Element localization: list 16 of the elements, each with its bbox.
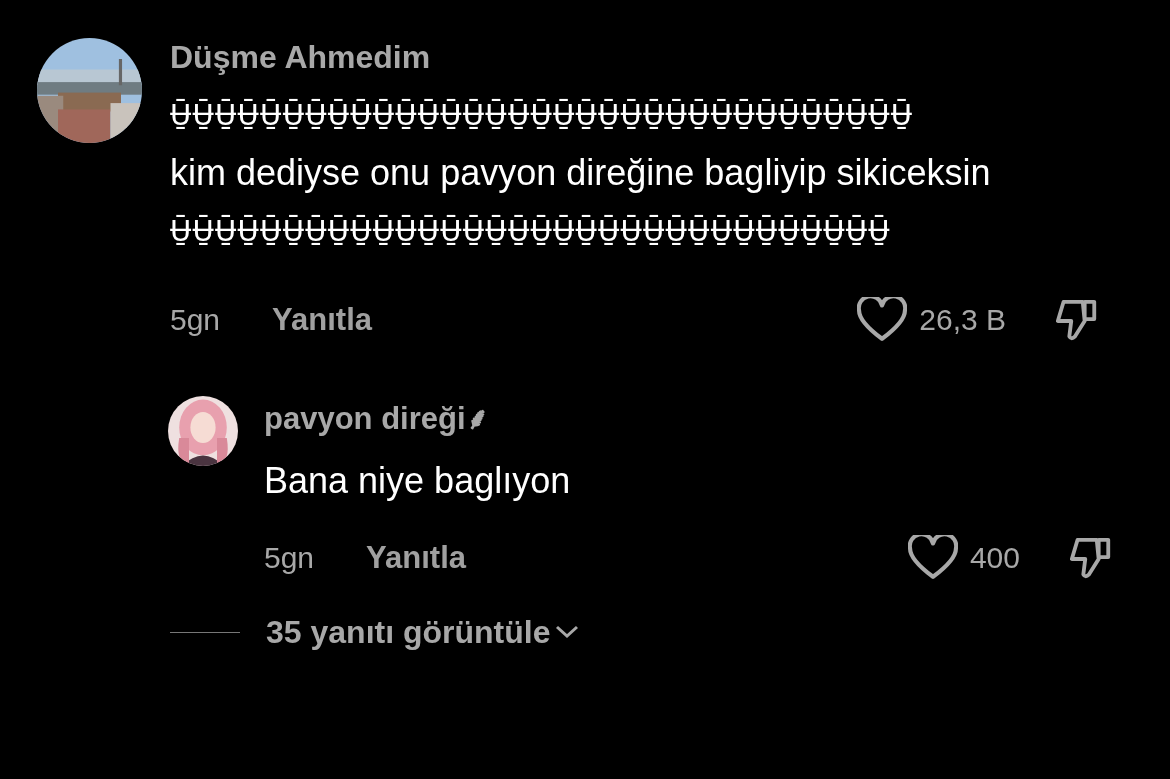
reply-button[interactable]: Yanıtla [366,539,466,576]
heart-icon[interactable] [907,534,958,581]
comment-text: Bana niye baglıyon [264,459,571,501]
username[interactable]: Düşme Ahmedim [170,38,1100,77]
reply-button[interactable]: Yanıtla [272,302,372,339]
comment-text: Ʉ̱̄Ʉ̱̄Ʉ̱̄Ʉ̱̄Ʉ̱̄Ʉ̱̄Ʉ̱̄Ʉ̱̄Ʉ̱̄Ʉ̱̄Ʉ̱̄Ʉ̱̄Ʉ̱̄Ʉ̱̄Ʉ̱̄Ʉ̱̄Ʉ̱̄Ʉ̱̄Ʉ̱̄Ʉ̱̄Ʉ̱̄Ʉ̱̄Ʉ̱̄Ʉ̱̄Ʉ̱̄Ʉ̱̄Ʉ̱̄Ʉ̱̄Ʉ̱̄Ʉ̱̄Ʉ̱̄Ʉ̱̄ [170,214,891,249]
like-count: 400 [969,540,1020,575]
heart-icon[interactable] [857,297,908,344]
comment-text: Ʉ̱̄Ʉ̱̄Ʉ̱̄Ʉ̱̄Ʉ̱̄Ʉ̱̄Ʉ̱̄Ʉ̱̄Ʉ̱̄Ʉ̱̄Ʉ̱̄Ʉ̱̄Ʉ̱̄Ʉ̱̄Ʉ̱̄Ʉ̱̄Ʉ̱̄Ʉ̱̄Ʉ̱̄Ʉ̱̄Ʉ̱̄Ʉ̱̄Ʉ̱̄Ʉ̱̄Ʉ̱̄Ʉ̱̄Ʉ̱̄Ʉ̱̄Ʉ̱̄Ʉ̱̄Ʉ̱̄Ʉ̱̄Ʉ̱̄ [170,98,914,133]
chevron-down-icon [554,624,581,641]
view-replies-button[interactable]: 35 yanıtı görüntüle [266,613,581,651]
timestamp: 5gn [264,540,315,575]
username[interactable]: pavyon direği⸙ [264,400,1114,438]
comment-text: kim dediyse onu pavyon direğine bagliyip sikiceksin [170,152,991,194]
like-count: 26,3 B [919,303,1006,338]
timestamp: 5gn [170,303,221,338]
